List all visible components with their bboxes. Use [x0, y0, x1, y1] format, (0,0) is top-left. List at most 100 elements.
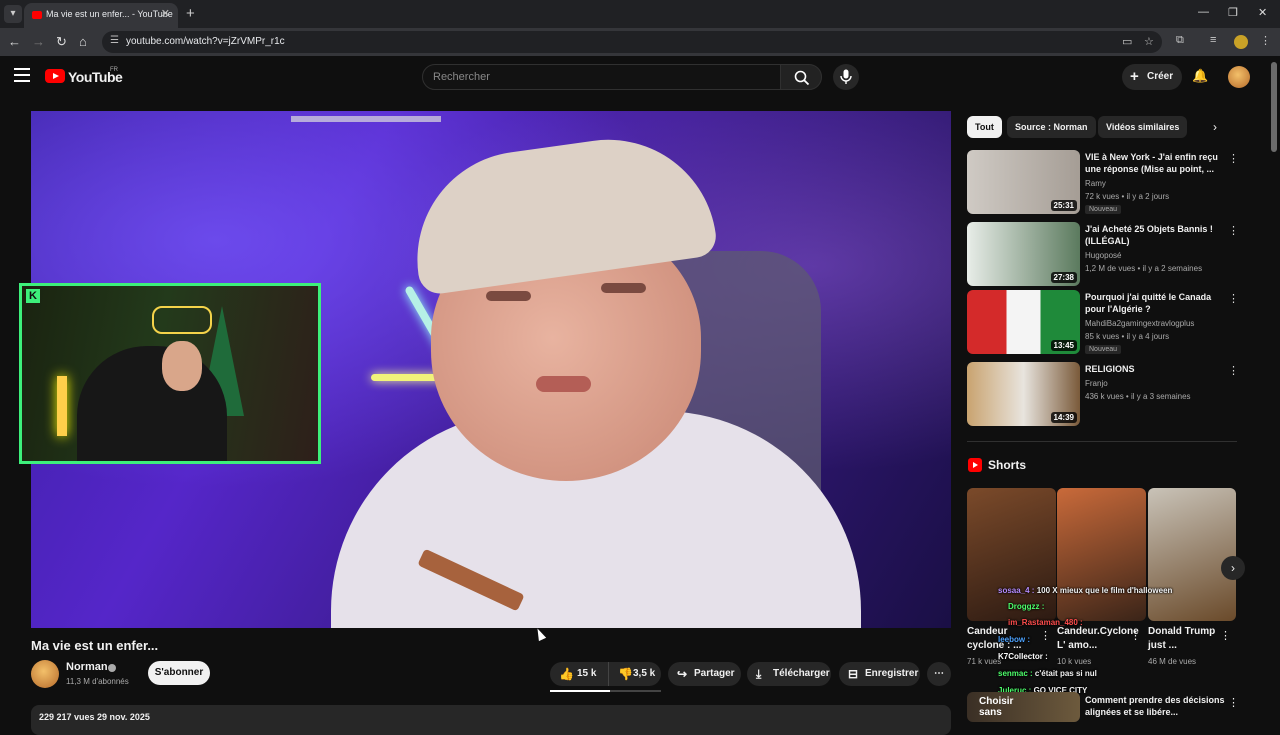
chat-text: 100 X mieux que le film d'halloween: [1036, 586, 1173, 595]
youtube-logo-icon[interactable]: [45, 69, 65, 83]
account-avatar[interactable]: [1228, 66, 1250, 88]
thumbs-up-icon: 👍: [559, 667, 574, 681]
close-icon[interactable]: ✕: [161, 7, 170, 20]
browser-tab[interactable]: Ma vie est un enfer... - YouTube ✕: [24, 3, 178, 28]
rec-channel[interactable]: Hugoposé: [1085, 251, 1121, 260]
new-badge: Nouveau: [1085, 205, 1122, 214]
minimize-icon[interactable]: —: [1198, 6, 1209, 18]
search-icon: [794, 70, 810, 86]
hamburger-menu-icon[interactable]: [14, 68, 30, 82]
chip-source[interactable]: Source : Norman: [1007, 116, 1096, 138]
recommendation-item[interactable]: 14:39 RELIGIONS Franjo 436 k vues • il y…: [967, 362, 1242, 426]
rec-title[interactable]: VIE à New York - J'ai enfin reçu une rép…: [1085, 151, 1225, 175]
rec-title[interactable]: Pourquoi j'ai quitté le Canada pour l'Al…: [1085, 291, 1225, 315]
chat-user: senmac :: [998, 669, 1033, 678]
chevron-right-icon[interactable]: ›: [1213, 120, 1217, 134]
video-person-mouth: [536, 376, 591, 392]
voice-search-button[interactable]: [833, 64, 859, 90]
short-title[interactable]: Donald Trump just ...: [1148, 625, 1218, 653]
forward-icon[interactable]: →: [32, 34, 45, 49]
save-button[interactable]: ⊟ Enregistrer: [839, 662, 920, 686]
country-code: FR: [110, 67, 118, 73]
short-views: 10 k vues: [1057, 657, 1092, 666]
new-tab-icon[interactable]: +: [186, 5, 195, 22]
rec-title[interactable]: RELIGIONS: [1085, 363, 1225, 375]
video-thumbnail[interactable]: 14:39: [967, 362, 1080, 426]
video-thumbnail[interactable]: 27:38: [967, 222, 1080, 286]
search-button[interactable]: [780, 64, 822, 90]
tab-search-icon[interactable]: ▾: [4, 5, 22, 23]
dislike-button[interactable]: 👎 3,5 k: [608, 662, 661, 686]
extensions-icon[interactable]: ⧉: [1176, 34, 1184, 47]
video-thumbnail[interactable]: Choisir sans: [967, 692, 1080, 722]
home-icon[interactable]: ⌂: [79, 34, 87, 49]
rec-title[interactable]: J'ai Acheté 25 Objets Bannis ! (ILLÉGAL): [1085, 223, 1225, 247]
more-horizontal-icon: ⋯: [934, 668, 944, 679]
video-thumbnail[interactable]: 13:45: [967, 290, 1080, 354]
recommendation-item[interactable]: 27:38 J'ai Acheté 25 Objets Bannis ! (IL…: [967, 222, 1242, 286]
more-vertical-icon[interactable]: ⋮: [1220, 629, 1231, 642]
chip-similar[interactable]: Vidéos similaires: [1098, 116, 1188, 138]
rec-channel[interactable]: MahdiBa2gamingextravlogplus: [1085, 319, 1194, 328]
omnibox[interactable]: ☰ youtube.com/watch?v=jZrVMPr_r1c ▭ ☆: [102, 31, 1162, 53]
download-button[interactable]: ⤓ Télécharger: [747, 662, 831, 686]
shorts-heading: Shorts: [988, 458, 1027, 472]
restore-icon[interactable]: ❐: [1228, 6, 1238, 19]
rec-meta: 85 k vues • il y a 4 jours: [1085, 332, 1170, 341]
rec-meta: 1,2 M de vues • il y a 2 semaines: [1085, 264, 1203, 273]
description-box[interactable]: 229 217 vues 29 nov. 2025: [31, 705, 951, 735]
subscribe-button[interactable]: S'abonner: [148, 661, 210, 685]
page-scrollbar[interactable]: [1271, 62, 1277, 152]
site-info-icon[interactable]: ☰: [110, 35, 119, 46]
more-vertical-icon[interactable]: ⋮: [1228, 364, 1239, 377]
share-button[interactable]: ↪ Partager: [668, 662, 741, 686]
cast-icon[interactable]: ▭: [1122, 35, 1132, 48]
short-views: 71 k vues: [967, 657, 1002, 666]
verified-badge-icon: [108, 664, 116, 672]
more-actions-button[interactable]: ⋯: [927, 662, 951, 686]
short-thumbnail[interactable]: [1148, 488, 1236, 621]
browser-menu-icon[interactable]: ⋮: [1260, 34, 1271, 47]
back-icon[interactable]: ←: [8, 34, 21, 49]
more-vertical-icon[interactable]: ⋮: [1040, 629, 1051, 642]
short-thumbnail[interactable]: [1057, 488, 1146, 621]
tab-title: Ma vie est un enfer... - YouTube: [46, 9, 173, 19]
bookmark-star-icon[interactable]: ☆: [1144, 35, 1154, 48]
chip-all[interactable]: Tout: [967, 116, 1002, 138]
rec-meta: 72 k vues • il y a 2 jours: [1085, 192, 1170, 201]
short-title[interactable]: Candeur.Cyclone L' amo...: [1057, 625, 1139, 653]
more-vertical-icon[interactable]: ⋮: [1130, 629, 1141, 642]
search-input[interactable]: Rechercher: [422, 64, 782, 90]
channel-name[interactable]: Norman: [66, 661, 108, 673]
url-text: youtube.com/watch?v=jZrVMPr_r1c: [126, 36, 285, 47]
more-vertical-icon[interactable]: ⋮: [1228, 696, 1239, 709]
shorts-next-button[interactable]: ›: [1221, 556, 1245, 580]
like-count: 15 k: [577, 668, 597, 679]
create-label: Créer: [1147, 71, 1174, 82]
create-button[interactable]: + Créer: [1122, 64, 1182, 90]
channel-avatar[interactable]: [31, 660, 59, 688]
more-vertical-icon[interactable]: ⋮: [1228, 292, 1239, 305]
duration-badge: 27:38: [1050, 272, 1077, 283]
chat-user: leebow :: [998, 635, 1031, 644]
rec-title[interactable]: Comment prendre des décisions alignées e…: [1085, 694, 1225, 718]
reload-icon[interactable]: ↻: [56, 34, 67, 50]
notifications-bell-icon[interactable]: 🔔: [1192, 68, 1208, 84]
short-views: 46 M de vues: [1148, 657, 1197, 666]
dislike-count: 3,5 k: [633, 668, 656, 679]
share-icon: ↪: [677, 667, 688, 681]
more-vertical-icon[interactable]: ⋮: [1228, 224, 1239, 237]
recommendation-item[interactable]: 25:31 VIE à New York - J'ai enfin reçu u…: [967, 150, 1242, 214]
download-label: Télécharger: [773, 668, 830, 679]
rec-channel[interactable]: Ramy: [1085, 179, 1106, 188]
more-vertical-icon[interactable]: ⋮: [1228, 152, 1239, 165]
browser-profile-avatar[interactable]: [1234, 35, 1248, 49]
rec-channel[interactable]: Franjo: [1085, 379, 1108, 388]
like-button[interactable]: 👍 15 k: [550, 662, 608, 686]
video-thumbnail[interactable]: 25:31: [967, 150, 1080, 214]
reading-list-icon[interactable]: ≡: [1210, 34, 1216, 46]
window-close-icon[interactable]: ✕: [1258, 6, 1267, 19]
subscriber-count: 11,3 M d'abonnés: [66, 677, 129, 686]
microphone-icon: [840, 69, 852, 84]
recommendation-item[interactable]: 13:45 Pourquoi j'ai quitté le Canada pou…: [967, 290, 1242, 354]
